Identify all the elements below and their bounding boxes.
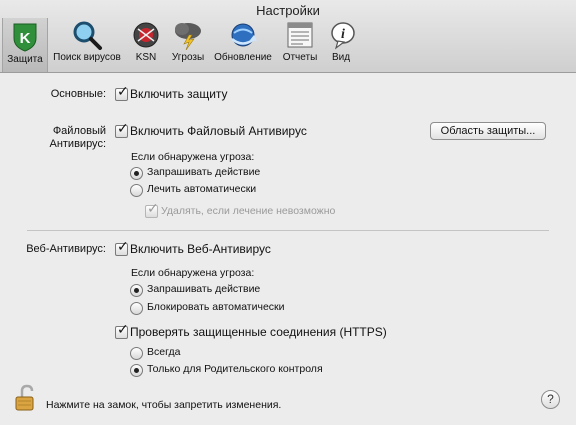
tab-reports[interactable]: Отчеты — [280, 20, 320, 63]
update-globe-icon — [226, 20, 260, 50]
tab-ksn[interactable]: KSN — [129, 20, 163, 63]
radio-selected-dot — [134, 288, 139, 293]
radio-selected-dot — [134, 171, 139, 176]
checkmark-icon: ✓ — [117, 321, 129, 337]
preferences-window: Настройки K Защита Поиск вирусов KSN Угр… — [0, 0, 576, 425]
enable-web-av-label: Включить Веб-Антивирус — [130, 242, 271, 256]
file-av-label-line2: Антивирус: — [49, 138, 106, 150]
web-av-radio-ask-label: Запрашивать действие — [147, 283, 261, 295]
https-check-checkbox[interactable]: ✓ — [115, 321, 129, 339]
tab-ksn-label: KSN — [135, 52, 157, 63]
web-av-section-label: Веб-Антивирус: — [26, 243, 106, 255]
enable-protection-checkbox[interactable]: ✓ — [115, 83, 129, 101]
tab-threats-label: Угрозы — [171, 52, 205, 63]
toolbar: Настройки K Защита Поиск вирусов KSN Угр… — [0, 0, 576, 73]
web-av-radio-block-label: Блокировать автоматически — [147, 301, 285, 313]
delete-if-fail-label: Удалять, если лечение невозможно — [161, 205, 336, 217]
file-av-label-line1: Файловый — [52, 125, 106, 137]
info-bubble-icon: i — [326, 20, 360, 50]
lock-hint-text: Нажмите на замок, чтобы запретить измене… — [46, 399, 282, 411]
https-radio-parental[interactable] — [130, 364, 143, 377]
radio-selected-dot — [134, 368, 139, 373]
tab-virus-scan-label: Поиск вирусов — [53, 52, 121, 63]
https-radio-parental-label: Только для Родительского контроля — [147, 363, 323, 375]
svg-text:K: K — [20, 30, 31, 47]
tab-view[interactable]: i Вид — [326, 20, 356, 63]
help-button[interactable]: ? — [541, 390, 560, 409]
tab-update-label: Обновление — [214, 52, 272, 63]
threat-cloud-icon — [171, 20, 205, 51]
file-av-radio-auto[interactable] — [130, 184, 143, 197]
magnifier-icon — [70, 20, 104, 50]
ksn-globe-icon — [129, 20, 163, 50]
general-section-label: Основные: — [50, 88, 106, 100]
file-av-threat-heading: Если обнаружена угроза: — [131, 151, 255, 163]
section-divider — [27, 230, 549, 231]
shield-k-icon: K — [8, 22, 42, 52]
tab-protection[interactable]: K Защита — [2, 18, 48, 72]
file-av-section-label: Файловый Антивирус: — [20, 125, 106, 151]
enable-file-av-checkbox[interactable]: ✓ — [115, 120, 129, 138]
window-title: Настройки — [256, 3, 320, 18]
svg-text:i: i — [341, 27, 345, 42]
checkmark-icon: ✓ — [117, 238, 129, 254]
protection-scope-button[interactable]: Область защиты... — [430, 122, 546, 140]
tab-update[interactable]: Обновление — [212, 20, 274, 63]
file-av-radio-auto-label: Лечить автоматически — [147, 183, 257, 195]
reports-icon — [283, 20, 317, 50]
web-av-radio-ask[interactable] — [130, 284, 143, 297]
checkmark-icon: ✓ — [117, 83, 129, 99]
file-av-radio-ask-label: Запрашивать действие — [147, 166, 261, 178]
checkmark-icon: ✓ — [117, 120, 129, 136]
https-radio-always-label: Всегда — [147, 346, 181, 358]
enable-protection-label: Включить защиту — [130, 87, 228, 101]
enable-file-av-label: Включить Файловый Антивирус — [130, 124, 307, 138]
checkmark-icon: ✓ — [147, 200, 159, 216]
https-radio-always[interactable] — [130, 347, 143, 360]
web-av-radio-block[interactable] — [130, 302, 143, 315]
tab-threats[interactable]: Угрозы — [168, 20, 208, 63]
tab-view-label: Вид — [331, 52, 351, 63]
web-av-threat-heading: Если обнаружена угроза: — [131, 267, 255, 279]
tab-protection-label: Защита — [7, 54, 43, 65]
enable-web-av-checkbox[interactable]: ✓ — [115, 238, 129, 256]
file-av-radio-ask[interactable] — [130, 167, 143, 180]
tab-reports-label: Отчеты — [282, 52, 318, 63]
tab-virus-scan[interactable]: Поиск вирусов — [49, 20, 125, 63]
https-check-label: Проверять защищенные соединения (HTTPS) — [130, 325, 387, 339]
lock-icon[interactable] — [14, 384, 38, 412]
delete-if-fail-checkbox: ✓ — [145, 200, 159, 218]
